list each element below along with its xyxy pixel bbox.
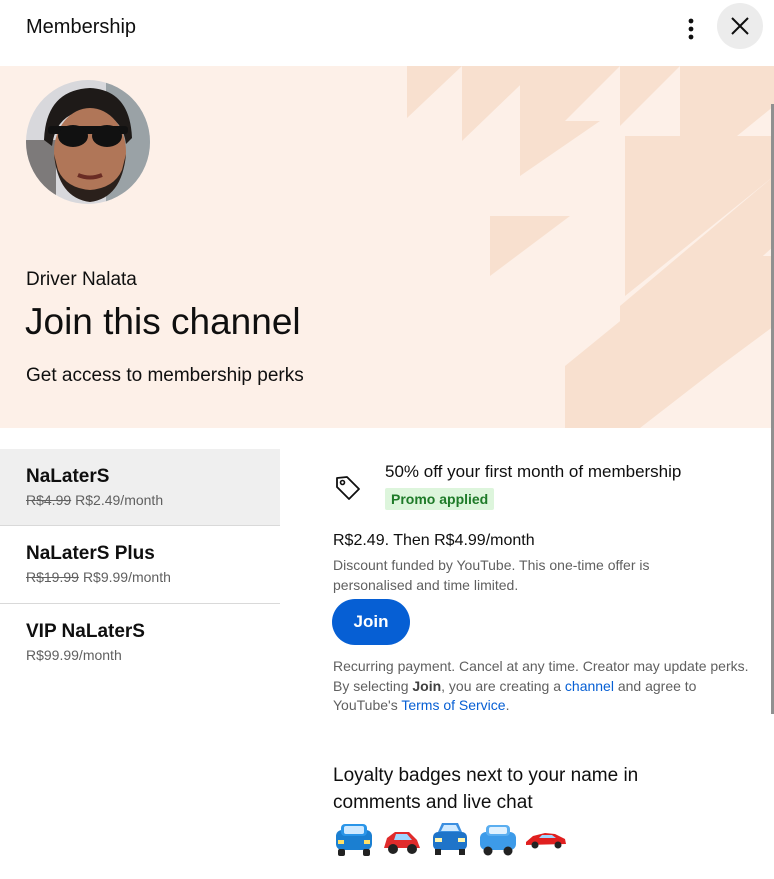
discount-note: Discount funded by YouTube. This one-tim… xyxy=(333,557,650,593)
tier-price: R$19.99 R$9.99/month xyxy=(26,569,171,585)
promo-text: 50% off your first month of membership xyxy=(385,462,682,481)
tag-icon xyxy=(336,476,360,500)
legal-recurring: Recurring payment. Cancel at any time. C… xyxy=(333,658,749,674)
tier-item-vip-nalaters[interactable]: VIP NaLaterS R$99.99/month xyxy=(0,604,280,680)
hero-subtitle: Get access to membership perks xyxy=(26,365,304,386)
red-sports-car-badge-icon xyxy=(526,833,566,849)
dialog-title: Membership xyxy=(26,16,137,38)
tier-current-price: R$99.99/month xyxy=(26,647,122,663)
creator-name: Driver Nalata xyxy=(26,269,137,290)
price-line: R$2.49. Then R$4.99/month xyxy=(333,532,535,549)
join-button[interactable]: Join xyxy=(332,599,410,645)
hero-banner: Driver Nalata Join this channel Get acce… xyxy=(0,66,774,428)
more-vert-icon[interactable] xyxy=(676,14,706,44)
legal-mid: , you are creating a xyxy=(441,677,565,694)
close-icon xyxy=(731,17,749,35)
tier-old-price: R$4.99 xyxy=(26,492,72,508)
blue-car-badge-2-icon xyxy=(480,825,516,856)
legal-agreement: By selecting Join, you are creating a ch… xyxy=(333,677,753,716)
tier-name: NaLaterS Plus xyxy=(26,543,155,564)
tier-name: NaLaterS xyxy=(26,466,110,487)
loyalty-badges xyxy=(333,818,567,858)
legal-end: . xyxy=(505,697,510,713)
channel-link[interactable]: channel xyxy=(565,678,614,694)
terms-of-service-link[interactable]: Terms of Service xyxy=(401,697,505,713)
dialog-header: Membership xyxy=(0,0,774,66)
perk-title: Loyalty badges next to your name in comm… xyxy=(333,765,639,813)
promo-applied-badge: Promo applied xyxy=(385,488,495,510)
tier-current-price: R$9.99/month xyxy=(82,569,171,585)
tier-old-price: R$19.99 xyxy=(26,569,79,585)
close-button[interactable] xyxy=(717,3,763,49)
legal-text: Recurring payment. Cancel at any time. C… xyxy=(333,657,753,716)
tier-item-nalaters[interactable]: NaLaterS R$4.99 R$2.49/month xyxy=(0,449,280,525)
creator-avatar xyxy=(26,80,150,204)
legal-prefix: By selecting xyxy=(333,677,413,694)
tier-current-price: R$2.49/month xyxy=(75,492,164,508)
tier-name: VIP NaLaterS xyxy=(26,621,145,642)
tier-price: R$4.99 R$2.49/month xyxy=(26,492,163,508)
legal-join-bold: Join xyxy=(412,677,442,694)
blue-car-badge-icon xyxy=(336,824,372,856)
hero-title: Join this channel xyxy=(25,301,301,342)
blue-car-front-badge-icon xyxy=(433,823,467,855)
tier-item-nalaters-plus[interactable]: NaLaterS Plus R$19.99 R$9.99/month xyxy=(0,526,280,602)
red-car-badge-icon xyxy=(384,832,420,854)
tier-price: R$99.99/month xyxy=(26,647,122,663)
